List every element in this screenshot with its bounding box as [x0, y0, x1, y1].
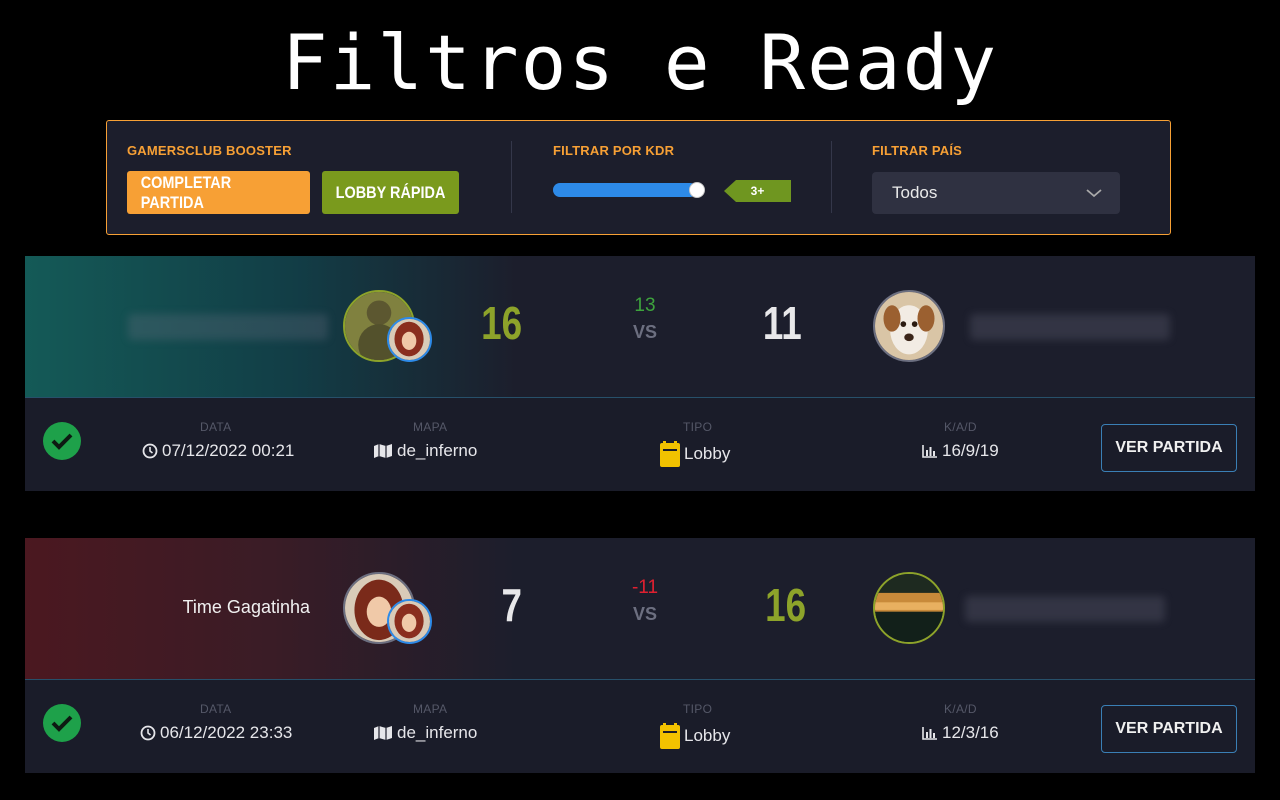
quick-lobby-button-label: LOBBY RÁPIDA	[335, 182, 446, 202]
match-kad-value: 12/3/16	[942, 723, 999, 742]
score-left: 16	[481, 297, 523, 349]
clock-icon	[142, 443, 158, 459]
match-scoreboard: 16 13 VS 11	[25, 256, 1255, 397]
chevron-down-icon	[1086, 189, 1102, 198]
kad-label: K/A/D	[944, 420, 977, 434]
date-label: DATA	[200, 420, 232, 434]
quick-lobby-button[interactable]: LOBBY RÁPIDA	[322, 171, 459, 214]
match-map: de_inferno	[373, 441, 477, 461]
player-avatar	[387, 599, 432, 644]
player-avatar	[387, 317, 432, 362]
match-date: 07/12/2022 00:21	[142, 441, 294, 461]
filter-panel: GAMERSCLUB BOOSTER COMPLETAR PARTIDA LOB…	[106, 120, 1171, 235]
country-select[interactable]: Todos	[872, 172, 1120, 214]
team-right-avatar	[873, 572, 945, 644]
match-date-value: 07/12/2022 00:21	[162, 441, 295, 460]
round-difference: 13	[634, 295, 656, 316]
kad-label: K/A/D	[944, 702, 977, 716]
round-difference: -11	[631, 577, 659, 598]
divider	[831, 141, 832, 213]
view-match-button[interactable]: VER PARTIDA	[1101, 424, 1237, 472]
booster-label: GAMERSCLUB BOOSTER	[127, 143, 292, 158]
score-right: 16	[765, 579, 807, 631]
date-label: DATA	[200, 702, 232, 716]
check-icon	[43, 704, 81, 742]
match-map-value: de_inferno	[397, 441, 478, 460]
map-icon	[374, 726, 392, 740]
map-label: MAPA	[413, 702, 448, 716]
match-date: 06/12/2022 23:33	[140, 723, 292, 743]
map-label: MAPA	[413, 420, 448, 434]
match-card: Time Gagatinha 7 -11 VS 16 DATA 06/12/20…	[25, 538, 1255, 773]
kdr-filter-label: FILTRAR POR KDR	[553, 143, 675, 158]
country-select-value: Todos	[892, 183, 938, 202]
match-map: de_inferno	[373, 723, 477, 743]
vs-label: VS	[632, 604, 657, 624]
match-type-value: Lobby	[684, 444, 731, 463]
team-left-name-blurred	[128, 314, 328, 340]
score-left: 7	[501, 579, 523, 631]
score-right: 11	[762, 297, 802, 349]
team-right-name-blurred	[970, 314, 1170, 340]
kdr-slider-fill	[553, 183, 697, 197]
divider	[511, 141, 512, 213]
match-scoreboard: Time Gagatinha 7 -11 VS 16	[25, 538, 1255, 679]
team-right-avatar	[873, 290, 945, 362]
match-kad: 12/3/16	[922, 723, 999, 743]
view-match-button[interactable]: VER PARTIDA	[1101, 705, 1237, 753]
match-type: Lobby	[660, 723, 730, 749]
chart-icon	[922, 727, 937, 740]
chart-icon	[922, 445, 937, 458]
match-kad-value: 16/9/19	[942, 441, 999, 460]
vs-label: VS	[632, 322, 657, 342]
page-headline: Filtros e Ready	[281, 18, 999, 107]
lobby-icon	[660, 723, 680, 749]
match-card: 16 13 VS 11 DATA 07/12/2022 00:21 MAPA d…	[25, 256, 1255, 491]
lobby-icon	[660, 441, 680, 467]
match-type: Lobby	[660, 441, 730, 467]
complete-match-button-label: COMPLETAR PARTIDA	[140, 172, 232, 212]
map-icon	[374, 444, 392, 458]
match-details: DATA 07/12/2022 00:21 MAPA de_inferno TI…	[25, 398, 1255, 491]
kdr-value-badge: 3+	[724, 180, 791, 202]
kdr-slider-thumb[interactable]	[689, 182, 705, 198]
team-left-name: Time Gagatinha	[182, 597, 310, 617]
match-details: DATA 06/12/2022 23:33 MAPA de_inferno TI…	[25, 680, 1255, 773]
type-label: TIPO	[683, 702, 713, 716]
clock-icon	[140, 725, 156, 741]
check-icon	[43, 422, 81, 460]
match-kad: 16/9/19	[922, 441, 999, 461]
match-type-value: Lobby	[684, 726, 731, 745]
country-filter-label: FILTRAR PAÍS	[872, 143, 963, 158]
type-label: TIPO	[683, 420, 713, 434]
kdr-slider[interactable]	[553, 182, 705, 198]
match-map-value: de_inferno	[397, 723, 478, 742]
team-right-name-blurred	[965, 596, 1165, 622]
match-date-value: 06/12/2022 23:33	[160, 723, 293, 742]
complete-match-button[interactable]: COMPLETAR PARTIDA	[127, 171, 310, 214]
